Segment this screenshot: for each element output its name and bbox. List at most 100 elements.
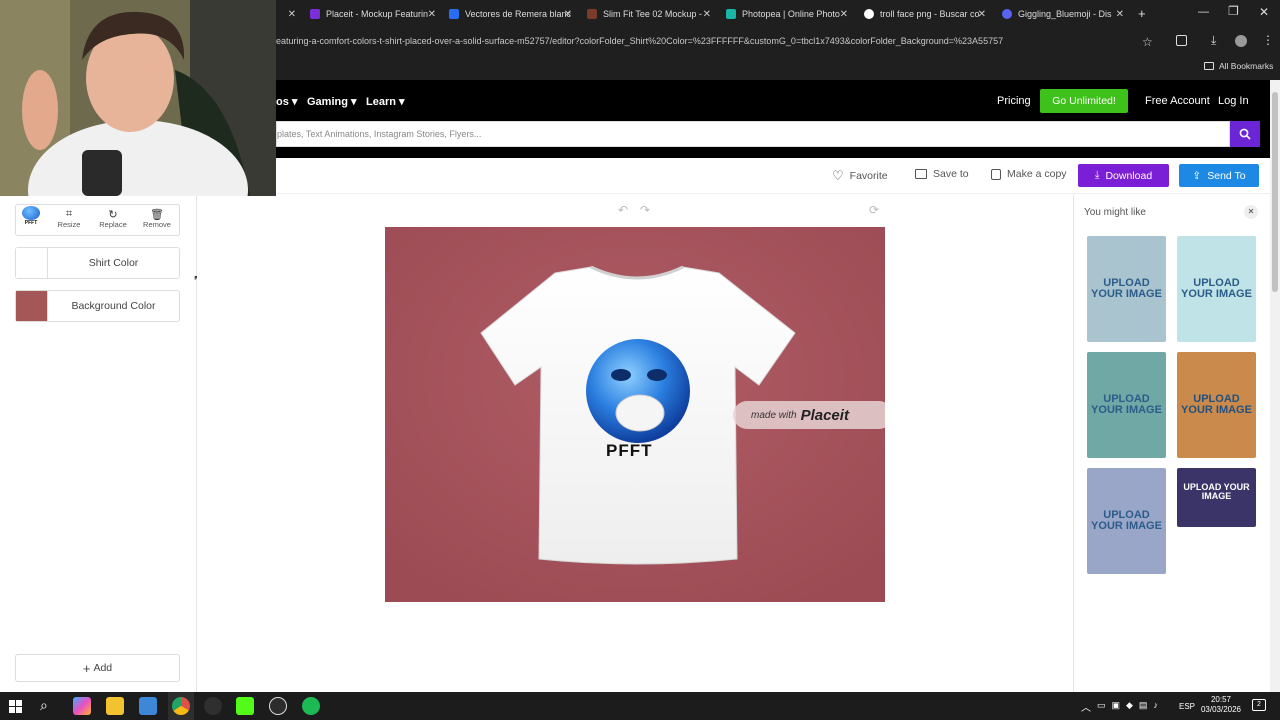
all-bookmarks[interactable]: All Bookmarks xyxy=(1204,61,1273,71)
search-icon[interactable]: ⌕ xyxy=(40,697,48,714)
close-window-icon[interactable]: ✕ xyxy=(1259,5,1269,19)
thumbnail-text: UPLOAD YOUR IMAGE xyxy=(1181,393,1252,417)
url-text[interactable]: eaturing-a-comfort-colors-t-shirt-placed… xyxy=(276,36,1003,46)
profile-avatar[interactable] xyxy=(1235,35,1247,47)
reset-icon[interactable]: ⟳ xyxy=(869,203,879,217)
all-bookmarks-label: All Bookmarks xyxy=(1219,61,1274,71)
mockup-preview[interactable]: PFFT made with Placeit xyxy=(385,227,885,602)
discord-favicon-icon xyxy=(1002,9,1012,19)
nav-free-account[interactable]: Free Account xyxy=(1145,95,1210,107)
store-icon[interactable] xyxy=(139,697,157,715)
system-tray-chevron-icon[interactable]: ︿ xyxy=(1081,699,1091,714)
restore-icon[interactable]: ❐ xyxy=(1228,4,1239,18)
redo-icon[interactable]: ↷ xyxy=(640,203,650,217)
replace-tool[interactable]: ↻ Replace xyxy=(93,208,133,229)
add-button[interactable]: + Add xyxy=(15,654,180,682)
browser-tab-photopea[interactable]: Photopea | Online Photo ✕ xyxy=(726,4,848,24)
browser-menu-icon[interactable]: ⋮ xyxy=(1262,33,1274,47)
undo-icon[interactable]: ↶ xyxy=(618,203,628,217)
copilot-icon[interactable] xyxy=(73,697,91,715)
nav-item-learn[interactable]: Learn ▾ xyxy=(366,95,405,108)
notification-icon[interactable]: 2 xyxy=(1252,699,1266,711)
scrollbar-thumb[interactable] xyxy=(1272,92,1278,292)
placeit-favicon-icon xyxy=(310,9,320,19)
browser-tab-google[interactable]: troll face png - Buscar co ✕ xyxy=(864,4,986,24)
suggestion-thumbnail[interactable]: UPLOAD YOUR IMAGE xyxy=(1177,468,1256,527)
active-app-indicator xyxy=(168,692,194,720)
nav-pricing[interactable]: Pricing xyxy=(997,95,1031,107)
remove-label: Remove xyxy=(143,220,171,229)
nav-item-gaming[interactable]: Gaming ▾ xyxy=(307,95,357,108)
tab-title: Slim Fit Tee 02 Mockup - xyxy=(603,9,702,19)
obs-icon[interactable] xyxy=(269,697,287,715)
go-unlimited-button[interactable]: Go Unlimited! xyxy=(1040,89,1128,113)
taskbar-clock[interactable]: 20:57 03/03/2026 xyxy=(1196,695,1246,715)
close-tab-icon[interactable]: ✕ xyxy=(703,9,711,20)
windows-start-icon[interactable] xyxy=(9,700,22,713)
browser-tab-placeit[interactable]: Placeit - Mockup Featurin ✕ xyxy=(310,4,436,24)
make-copy-label: Make a copy xyxy=(1007,168,1067,180)
minimize-icon[interactable]: — xyxy=(1198,6,1209,18)
file-explorer-icon[interactable] xyxy=(106,697,124,715)
new-tab-icon[interactable]: + xyxy=(1138,6,1146,21)
close-tab-icon[interactable]: ✕ xyxy=(978,9,986,20)
spotify-icon[interactable] xyxy=(302,697,320,715)
close-tab-icon[interactable]: ✕ xyxy=(428,9,436,20)
plus-icon: + xyxy=(82,660,91,676)
suggestion-thumbnail[interactable]: UPLOAD YOUR IMAGE xyxy=(1087,468,1166,574)
kick-icon[interactable] xyxy=(236,697,254,715)
resize-tool[interactable]: ⌗ Resize xyxy=(49,208,89,229)
background-color-swatch xyxy=(16,291,48,321)
browser-tab-vectores[interactable]: Vectores de Remera blanc ✕ xyxy=(449,4,572,24)
page-scrollbar[interactable] xyxy=(1270,80,1280,692)
download-button[interactable]: ⤓ Download xyxy=(1078,164,1169,187)
thumbnail-text: UPLOAD YOUR IMAGE xyxy=(1091,509,1162,533)
nav-login[interactable]: Log In xyxy=(1218,95,1249,107)
thumbnail-text: UPLOAD YOUR IMAGE xyxy=(1091,277,1162,301)
save-to-label: Save to xyxy=(933,168,969,180)
extensions-icon[interactable] xyxy=(1176,35,1187,46)
suggestion-thumbnail[interactable]: UPLOAD YOUR IMAGE xyxy=(1177,236,1256,342)
thumbnail-text: UPLOAD YOUR IMAGE xyxy=(1091,393,1162,417)
background-color-label: Background Color xyxy=(71,300,156,312)
close-tab-icon[interactable]: ✕ xyxy=(564,9,572,20)
folder-plus-icon xyxy=(915,169,927,179)
share-icon: ⇪ xyxy=(1192,169,1202,182)
language-indicator[interactable]: ESP xyxy=(1179,702,1195,711)
tab-title: troll face png - Buscar co xyxy=(880,9,980,19)
notification-count: 2 xyxy=(1257,701,1261,708)
folder-icon xyxy=(1204,62,1214,70)
send-to-button[interactable]: ⇪ Send To xyxy=(1179,164,1259,187)
browser-tab-discord[interactable]: Giggling_Bluemoji - Dis ✕ xyxy=(1002,4,1124,24)
save-to-button[interactable]: Save to xyxy=(915,168,969,180)
suggestion-thumbnail[interactable]: UPLOAD YOUR IMAGE xyxy=(1087,236,1166,342)
shirt-color-label: Shirt Color xyxy=(88,257,139,269)
uploaded-image-thumbnail[interactable]: PFFT xyxy=(18,205,44,229)
remove-tool[interactable]: 🗑 Remove xyxy=(137,208,177,229)
webcam-overlay xyxy=(0,0,276,196)
close-tab-icon[interactable]: ✕ xyxy=(1116,9,1124,20)
background-color-picker[interactable]: Background Color xyxy=(15,290,180,322)
clock-date: 03/03/2026 xyxy=(1200,705,1242,714)
watermark-prefix: made with xyxy=(751,409,797,421)
suggestion-thumbnail[interactable]: UPLOAD YOUR IMAGE xyxy=(1087,352,1166,458)
nav-item-videos[interactable]: os ▾ xyxy=(276,95,297,108)
shirt-color-picker[interactable]: Shirt Color xyxy=(15,247,180,279)
search-button[interactable] xyxy=(1230,121,1260,147)
downloads-icon[interactable]: ⤓ xyxy=(1211,33,1216,48)
search-input[interactable]: plates, Text Animations, Instagram Stori… xyxy=(276,121,1230,147)
thumbnail-text: UPLOAD YOUR IMAGE xyxy=(1183,481,1250,501)
bookmark-star-icon[interactable]: ☆ xyxy=(1142,35,1153,49)
you-might-like-title: You might like xyxy=(1084,207,1146,218)
close-tab-icon[interactable]: ✕ xyxy=(840,9,848,20)
suggestion-thumbnail[interactable]: UPLOAD YOUR IMAGE xyxy=(1177,352,1256,458)
close-panel-button[interactable]: ✕ xyxy=(1244,205,1258,219)
discord-icon[interactable] xyxy=(204,697,222,715)
favorite-button[interactable]: ♡ Favorite xyxy=(832,168,888,184)
make-copy-button[interactable]: Make a copy xyxy=(991,168,1067,180)
favorite-label: Favorite xyxy=(849,170,888,182)
browser-tab[interactable]: ✕ xyxy=(276,4,296,24)
browser-tab-slimfit[interactable]: Slim Fit Tee 02 Mockup - ✕ xyxy=(587,4,711,24)
close-tab-icon[interactable]: ✕ xyxy=(288,9,296,20)
download-label: Download xyxy=(1105,169,1153,182)
